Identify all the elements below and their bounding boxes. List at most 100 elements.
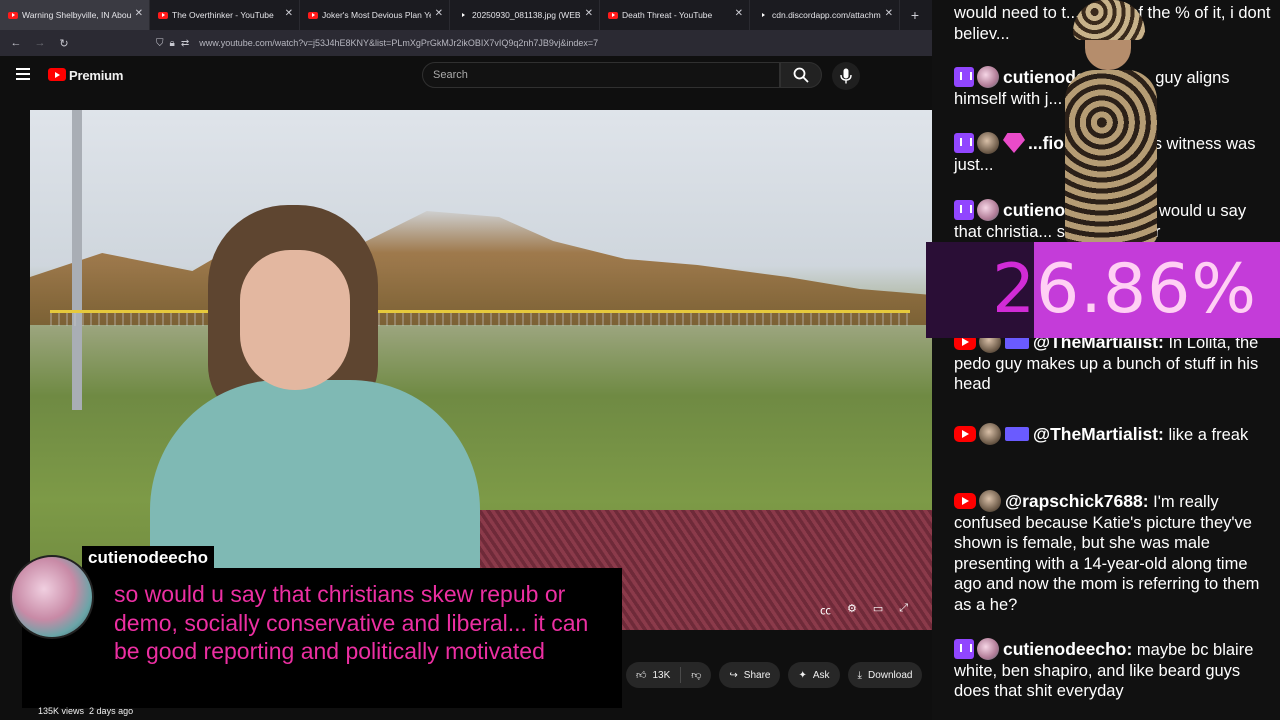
close-icon[interactable]: ✕ — [885, 8, 893, 19]
chat-highlight-text: so would u say that christians skew repu… — [114, 581, 589, 664]
screen: { "browser": { "tabs": [ {"label": "Warn… — [0, 0, 1280, 720]
avatar — [979, 423, 1001, 445]
youtube-icon — [954, 426, 976, 442]
youtube-icon — [8, 11, 18, 19]
sparkle-icon: ✦ — [798, 669, 807, 681]
close-icon[interactable]: ✕ — [735, 8, 743, 19]
chat-highlight-username: cutienodeecho — [82, 546, 214, 570]
chat-message-text: I'm really confused because Katie's pict… — [954, 493, 1260, 614]
chat-message: @TheMartialist: In Lolita, the pedo guy … — [954, 331, 1272, 395]
twitch-icon — [954, 639, 974, 659]
lock-icon[interactable]: 🔒︎ — [170, 38, 175, 49]
new-tab-button[interactable]: + — [900, 0, 930, 30]
youtube-logo-icon[interactable] — [48, 68, 66, 81]
forward-icon[interactable]: → — [28, 37, 52, 49]
search-icon — [793, 67, 809, 83]
close-icon[interactable]: ✕ — [435, 8, 443, 19]
streamer-body — [1065, 70, 1157, 245]
view-count: 135K views — [38, 706, 85, 716]
ask-button[interactable]: ✦ Ask — [788, 662, 840, 688]
video-actions: 👍︎ 13K 👎︎ ↪ Share ✦ Ask ⤓ Download — [626, 662, 923, 688]
percent-overlay: 2 6.86% — [926, 242, 1280, 338]
voice-search-button[interactable] — [832, 62, 860, 90]
streamer-webcam-cutout — [1055, 0, 1165, 245]
browser-tab[interactable]: Death Threat - YouTube ✕ — [600, 0, 750, 30]
avatar — [977, 199, 999, 221]
chat-message: @TheMartialist: like a freak — [954, 423, 1272, 446]
like-dislike-group: 👍︎ 13K 👎︎ — [626, 662, 712, 688]
fullscreen-icon[interactable]: ⤢ — [899, 602, 908, 618]
youtube-icon — [308, 11, 318, 19]
percent-first-digit: 2 — [992, 250, 1036, 329]
twitch-icon — [954, 133, 974, 153]
close-icon[interactable]: ✕ — [135, 8, 143, 19]
twitch-icon — [954, 200, 974, 220]
tab-title: 20250930_081138.jpg (WEBP Image — [472, 10, 581, 20]
browser-nav-bar: ← → ↻ ⛉ 🔒︎ ⇄ www.youtube.com/watch?v=j53… — [0, 30, 932, 56]
ask-label: Ask — [812, 669, 830, 681]
youtube-icon — [608, 11, 618, 19]
dislike-icon[interactable]: 👎︎ — [691, 669, 701, 681]
settings-icon[interactable]: ⚙ — [847, 602, 857, 618]
video-pole — [72, 110, 82, 410]
browser-tab[interactable]: The Overthinker - YouTube ✕ — [150, 0, 300, 30]
chat-username: cutienodeecho: — [1003, 639, 1133, 659]
search-button[interactable] — [780, 62, 822, 88]
miniplayer-icon[interactable]: ▭ — [873, 602, 883, 618]
chat-message: @rapschick7688: I'm really confused beca… — [954, 490, 1272, 615]
browser-tab[interactable]: 20250930_081138.jpg (WEBP Image ✕ — [450, 0, 600, 30]
video-controls: ㏄ ⚙ ▭ ⤢ — [820, 602, 908, 618]
person-face — [240, 250, 350, 390]
shield-icon[interactable]: ⛉ — [156, 38, 164, 49]
like-icon[interactable]: 👍︎ — [636, 669, 646, 681]
reload-icon[interactable]: ↻ — [52, 37, 76, 50]
chat-message: cutienodeecho: maybe bc blaire white, be… — [954, 638, 1272, 702]
browser-tab[interactable]: Joker's Most Devious Plan Yet - ✕ — [300, 0, 450, 30]
youtube-icon — [954, 493, 976, 509]
microphone-icon — [840, 68, 852, 84]
tab-title: Joker's Most Devious Plan Yet - — [322, 10, 431, 20]
youtube-header: Premium Search — [0, 56, 932, 96]
captions-icon[interactable]: ㏄ — [820, 602, 831, 618]
tab-title: Warning Shelbyville, IN About t — [22, 10, 131, 20]
tab-title: Death Threat - YouTube — [622, 10, 713, 20]
url-bar[interactable]: ⛉ 🔒︎ ⇄ www.youtube.com/watch?v=j53J4hE8K… — [156, 34, 598, 52]
download-icon: ⤓ — [857, 669, 862, 681]
menu-icon[interactable] — [16, 68, 30, 80]
browser-tab-bar: Warning Shelbyville, IN About t ✕ The Ove… — [0, 0, 932, 30]
download-button[interactable]: ⤓ Download — [847, 662, 923, 688]
page-icon — [758, 12, 768, 19]
percent-value: 6.86% — [1036, 250, 1258, 329]
avatar — [977, 66, 999, 88]
permissions-icon[interactable]: ⇄ — [181, 38, 189, 49]
video-meta: 135K views 2 days ago — [38, 706, 133, 716]
share-label: Share — [743, 669, 771, 681]
download-label: Download — [867, 669, 913, 681]
twitch-icon — [954, 67, 974, 87]
youtube-icon — [158, 11, 168, 19]
browser-tab[interactable]: Warning Shelbyville, IN About t ✕ — [0, 0, 150, 30]
tab-title: The Overthinker - YouTube — [172, 10, 274, 20]
avatar — [977, 638, 999, 660]
avatar — [977, 132, 999, 154]
gem-badge-icon — [1003, 133, 1025, 153]
url-text[interactable]: www.youtube.com/watch?v=j53J4hE8KNY&list… — [199, 38, 598, 48]
image-icon — [458, 12, 468, 19]
search-input[interactable]: Search — [422, 62, 780, 88]
back-icon[interactable]: ← — [4, 37, 28, 49]
upload-age: 2 days ago — [89, 706, 134, 716]
youtube-brand[interactable]: Premium — [69, 68, 123, 83]
chat-highlight-box: so would u say that christians skew repu… — [22, 568, 622, 708]
browser-tab[interactable]: cdn.discordapp.com/attachments/1 ✕ — [750, 0, 900, 30]
tab-title: cdn.discordapp.com/attachments/1 — [772, 10, 881, 20]
divider — [680, 667, 682, 683]
share-button[interactable]: ↪ Share — [719, 662, 781, 688]
like-count[interactable]: 13K — [652, 670, 670, 681]
avatar — [10, 555, 94, 639]
avatar — [979, 490, 1001, 512]
chat-username: @TheMartialist: — [1033, 424, 1164, 444]
close-icon[interactable]: ✕ — [285, 8, 293, 19]
streamer-hat — [1073, 0, 1145, 40]
member-badge-icon — [1005, 427, 1029, 441]
close-icon[interactable]: ✕ — [585, 8, 593, 19]
